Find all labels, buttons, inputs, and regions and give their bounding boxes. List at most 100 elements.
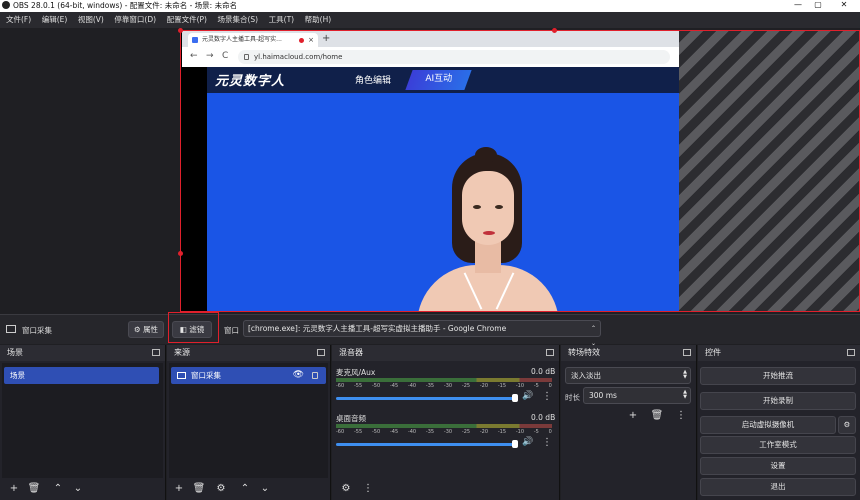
duration-spinbox[interactable]: 300 ms ▲ ▼	[583, 387, 691, 404]
menu-edit[interactable]: 编辑(E)	[42, 12, 68, 28]
start-streaming-button[interactable]: 开始推流	[700, 367, 856, 385]
scale-tick: -40	[407, 429, 417, 435]
add-transition-icon[interactable]: +	[625, 409, 641, 423]
settings-button[interactable]: 设置	[700, 457, 856, 475]
transition-menu-icon[interactable]: ⋮	[673, 409, 689, 423]
start-virtual-camera-button[interactable]: 启动虚拟摄像机	[700, 416, 836, 434]
scale-tick: -10	[515, 383, 525, 389]
menu-tools[interactable]: 工具(T)	[269, 12, 294, 28]
resize-handle-top[interactable]	[552, 28, 557, 33]
controls-title: 控件	[705, 348, 721, 357]
new-tab-button[interactable]: +	[322, 33, 330, 45]
select-arrows-icon: ▲ ▼	[683, 369, 687, 380]
scale-tick: -10	[515, 429, 525, 435]
maximize-button[interactable]: ▢	[806, 0, 830, 12]
mixer-title: 混音器	[339, 348, 363, 357]
properties-label: 属性	[143, 325, 159, 334]
resize-handle-left[interactable]	[178, 251, 183, 256]
menu-file[interactable]: 文件(F)	[6, 12, 31, 28]
undock-icon[interactable]	[546, 349, 554, 356]
properties-button[interactable]: ⚙ 属性	[128, 321, 164, 338]
close-button[interactable]: ✕	[832, 0, 856, 12]
url-bar[interactable]: yl.haimacloud.com/home	[238, 50, 670, 64]
visibility-eye-icon[interactable]: 👁	[293, 367, 304, 384]
move-down-icon[interactable]: ⌄	[70, 482, 86, 496]
gear-icon: ⚙	[133, 325, 141, 334]
add-source-icon[interactable]: +	[171, 482, 187, 496]
mixer-menu-icon[interactable]: ⋮	[360, 482, 376, 496]
scale-tick: -5	[533, 429, 539, 435]
volume-slider-knob[interactable]	[512, 440, 518, 448]
menu-profile[interactable]: 配置文件(P)	[167, 12, 207, 28]
scenes-dock: 场景 场景 + 🗑 ⌃ ⌄	[0, 345, 166, 500]
site-logo: 元灵数字人	[215, 74, 286, 89]
move-down-icon[interactable]: ⌄	[257, 482, 273, 496]
browser-tab[interactable]: 元灵数字人主播工具-超写实... ×	[188, 33, 318, 47]
scale-tick: -40	[407, 383, 417, 389]
scale-tick: 0	[548, 429, 552, 435]
exit-button[interactable]: 退出	[700, 478, 856, 496]
site-tab-ai-interact[interactable]: AI互动	[405, 70, 472, 90]
menu-help[interactable]: 帮助(H)	[305, 12, 332, 28]
move-up-icon[interactable]: ⌃	[237, 482, 253, 496]
speaker-icon[interactable]: 🔊	[522, 437, 533, 447]
lock-icon[interactable]	[312, 372, 318, 379]
menu-scene-collection[interactable]: 场景集合(S)	[218, 12, 259, 28]
reload-icon[interactable]: C	[222, 51, 228, 61]
move-up-icon[interactable]: ⌃	[50, 482, 66, 496]
mixer-dock-title: 混音器	[332, 345, 559, 361]
volume-slider[interactable]	[336, 397, 514, 400]
volume-meter	[336, 424, 552, 428]
transition-type-select[interactable]: 淡入淡出 ▲ ▼	[565, 367, 691, 384]
forward-arrow-icon[interactable]: →	[206, 51, 214, 61]
sources-dock: 来源 窗口采集 👁 + 🗑 ⚙ ⌃ ⌄	[167, 345, 331, 500]
browser-tab-bar: 元灵数字人主播工具-超写实... × +	[182, 31, 679, 47]
source-properties-icon[interactable]: ⚙	[213, 482, 229, 496]
browser-tab-title: 元灵数字人主播工具-超写实...	[202, 36, 282, 43]
scale-tick: -5	[533, 383, 539, 389]
tab-close-icon[interactable]: ×	[308, 33, 314, 47]
virtual-camera-settings-gear-icon[interactable]: ⚙	[838, 416, 856, 434]
source-item[interactable]: 窗口采集 👁	[171, 367, 326, 384]
channel-menu-icon[interactable]: ⋮	[542, 391, 552, 402]
scale-tick: -20	[479, 383, 489, 389]
channel-db: 0.0 dB	[531, 367, 556, 376]
remove-scene-icon[interactable]: 🗑	[26, 482, 42, 496]
avatar-lips	[483, 231, 495, 235]
volume-slider-knob[interactable]	[512, 394, 518, 402]
scale-tick: -45	[389, 383, 399, 389]
studio-mode-button[interactable]: 工作室模式	[700, 436, 856, 454]
speaker-icon[interactable]: 🔊	[522, 391, 533, 401]
undock-icon[interactable]	[847, 349, 855, 356]
undock-icon[interactable]	[317, 349, 325, 356]
meter-scale: -60 -55 -50 -45 -40 -35 -30 -25 -20 -15 -10 -5 0	[336, 383, 552, 389]
menu-docks[interactable]: 停靠窗口(D)	[114, 12, 156, 28]
mixer-footer: ⚙ ⋮	[332, 478, 559, 500]
advanced-audio-gear-icon[interactable]: ⚙	[338, 482, 354, 496]
scale-tick: -20	[479, 429, 489, 435]
remove-source-icon[interactable]: 🗑	[191, 482, 207, 496]
canvas-outside-region	[679, 30, 860, 312]
resize-handle-tl[interactable]	[178, 28, 183, 33]
window-select[interactable]: [chrome.exe]: 元灵数字人主播工具-超写实虚拟主播助手 - Goog…	[243, 320, 601, 347]
volume-slider[interactable]	[336, 443, 514, 446]
channel-menu-icon[interactable]: ⋮	[542, 437, 552, 448]
scenes-dock-title: 场景	[0, 345, 165, 361]
start-recording-button[interactable]: 开始录制	[700, 392, 856, 410]
undock-icon[interactable]	[152, 349, 160, 356]
add-scene-icon[interactable]: +	[6, 482, 22, 496]
site-tab-role-edit[interactable]: 角色编辑	[355, 73, 391, 86]
scale-tick: -60	[336, 429, 345, 435]
scale-tick: 0	[548, 383, 552, 389]
sources-list: 窗口采集 👁	[169, 363, 328, 478]
scale-tick: -30	[443, 383, 453, 389]
scale-tick: -60	[336, 383, 345, 389]
scale-tick: -55	[353, 429, 363, 435]
scene-item[interactable]: 场景	[4, 367, 159, 384]
undock-icon[interactable]	[683, 349, 691, 356]
menu-view[interactable]: 视图(V)	[78, 12, 104, 28]
channel-name: 桌面音频	[336, 414, 366, 423]
obs-logo-icon	[2, 1, 10, 9]
back-arrow-icon[interactable]: ←	[190, 51, 198, 61]
remove-transition-icon[interactable]: 🗑	[649, 409, 665, 423]
